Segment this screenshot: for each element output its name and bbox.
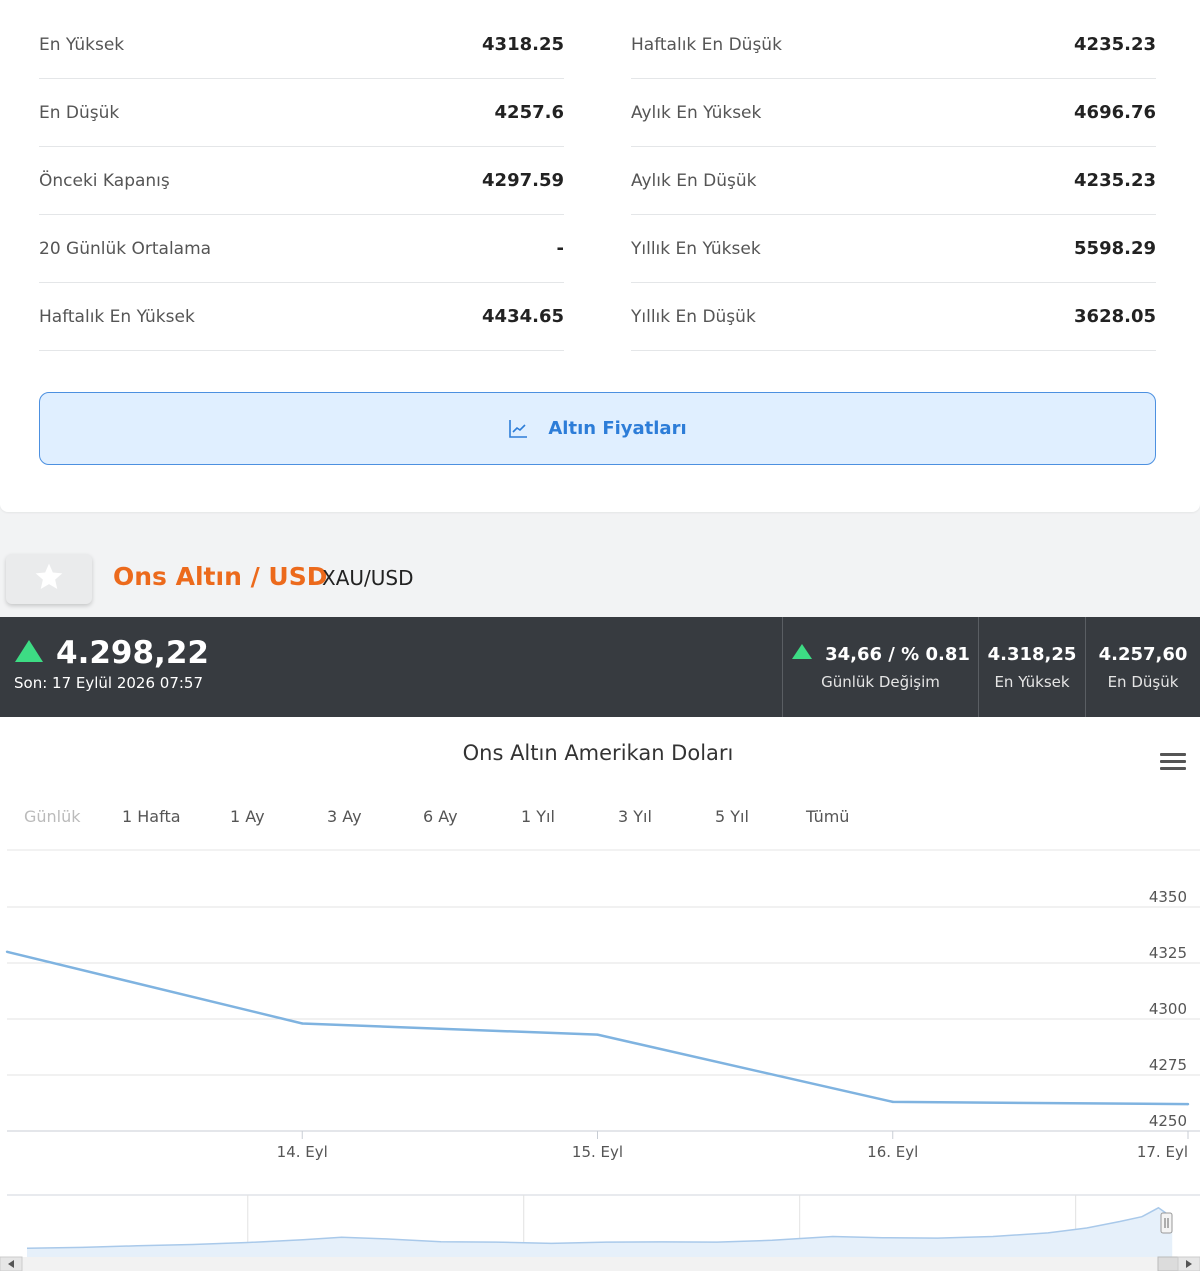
daily-high-cell: 4.318,25 En Yüksek: [978, 617, 1085, 717]
line-chart-icon: [508, 419, 528, 439]
navigator-handle: [1160, 1212, 1173, 1234]
x-tick-label: 17. Eyl: [1137, 1143, 1188, 1161]
stat-value: 4696.76: [1074, 102, 1156, 123]
daily-high-label: En Yüksek: [994, 672, 1070, 691]
y-tick-label: 4325: [1149, 944, 1187, 962]
scrollbar-thumb: [1157, 1256, 1179, 1271]
stat-label: Aylık En Yüksek: [631, 102, 762, 123]
x-tick-label: 16. Eyl: [867, 1143, 918, 1161]
y-tick-label: 4250: [1149, 1112, 1187, 1130]
triangle-up-icon: [791, 643, 813, 665]
stat-label: Haftalık En Düşük: [631, 34, 782, 55]
stat-row: 20 Günlük Ortalama -: [39, 215, 564, 283]
stat-value: 4235.23: [1074, 170, 1156, 191]
navigator-scrollbar-track: [0, 1257, 1200, 1271]
triangle-up-icon: [14, 639, 44, 667]
asset-title: Ons Altın / USD: [113, 562, 328, 591]
price-chart: 4250 4275 4300 4325 4350 14. Eyl 15. Eyl 16. Ey…: [0, 849, 1200, 1271]
stat-row: Yıllık En Düşük 3628.05: [631, 283, 1156, 351]
stat-value: 3628.05: [1074, 306, 1156, 327]
stat-label: Yıllık En Yüksek: [631, 238, 761, 259]
favorite-button[interactable]: [6, 554, 92, 604]
price-series-line: [6, 950, 1189, 1106]
stat-value: 4434.65: [482, 306, 564, 327]
price-point: [1186, 1102, 1190, 1106]
chart-area: Ons Altın Amerikan Doları Günlük 1 Hafta 1…: [0, 717, 1200, 1271]
stat-label: Yıllık En Düşük: [631, 306, 756, 327]
stat-label: Haftalık En Yüksek: [39, 306, 195, 327]
stat-value: 4318.25: [482, 34, 564, 55]
stat-value: 5598.29: [1074, 238, 1156, 259]
stat-label: En Düşük: [39, 102, 120, 123]
stat-row: Aylık En Düşük 4235.23: [631, 147, 1156, 215]
daily-change-label: Günlük Değişim: [821, 673, 940, 691]
last-update-time: Son: 17 Eylül 2026 07:57: [14, 674, 204, 692]
gold-prices-button-label: Altın Fiyatları: [548, 418, 687, 439]
stat-label: 20 Günlük Ortalama: [39, 238, 212, 259]
stat-row: Haftalık En Yüksek 4434.65: [39, 283, 564, 351]
price-point: [301, 1022, 304, 1025]
daily-change-value: 34,66 / % 0.81: [825, 643, 970, 665]
price-point: [5, 950, 9, 953]
star-icon: [33, 561, 65, 597]
stat-row: Yıllık En Yüksek 5598.29: [631, 215, 1156, 283]
price-bar: 4.298,22 Son: 17 Eylül 2026 07:57 34,66 …: [0, 617, 1200, 717]
daily-high-value: 4.318,25: [987, 643, 1077, 665]
stat-value: 4235.23: [1074, 34, 1156, 55]
stats-column-left: En Yüksek 4318.25 En Düşük 4257.6 Önceki Kap…: [39, 11, 564, 351]
daily-change-cell: 34,66 / % 0.81 Günlük Değişim: [782, 617, 978, 717]
stat-row: Haftalık En Düşük 4235.23: [631, 11, 1156, 79]
stat-row: En Düşük 4257.6: [39, 79, 564, 147]
price-point: [596, 1033, 599, 1036]
stat-label: En Yüksek: [39, 34, 125, 55]
stats-column-right: Haftalık En Düşük 4235.23 Aylık En Yüksek 4…: [631, 11, 1156, 351]
current-price-block: 4.298,22: [14, 635, 209, 671]
stats-card: En Yüksek 4318.25 En Düşük 4257.6 Önceki Kap…: [0, 0, 1200, 512]
current-price: 4.298,22: [56, 635, 209, 671]
stat-row: Önceki Kapanış 4297.59: [39, 147, 564, 215]
asset-code: XAU/USD: [322, 566, 414, 590]
stat-label: Önceki Kapanış: [39, 170, 170, 191]
x-tick-label: 14. Eyl: [277, 1143, 328, 1161]
stat-value: 4297.59: [482, 170, 564, 191]
y-tick-label: 4300: [1149, 1000, 1187, 1018]
daily-low-cell: 4.257,60 En Düşük: [1085, 617, 1200, 717]
daily-low-label: En Düşük: [1107, 672, 1179, 691]
y-tick-label: 4350: [1149, 888, 1187, 906]
daily-low-value: 4.257,60: [1098, 643, 1188, 665]
stat-label: Aylık En Düşük: [631, 170, 757, 191]
x-tick-label: 15. Eyl: [572, 1143, 623, 1161]
stat-value: 4257.6: [494, 102, 564, 123]
gold-prices-button[interactable]: Altın Fiyatları: [39, 392, 1156, 465]
price-point: [891, 1100, 894, 1104]
stat-value: -: [556, 238, 564, 259]
stat-row: En Yüksek 4318.25: [39, 11, 564, 79]
y-tick-label: 4275: [1149, 1056, 1187, 1074]
stat-row: Aylık En Yüksek 4696.76: [631, 79, 1156, 147]
